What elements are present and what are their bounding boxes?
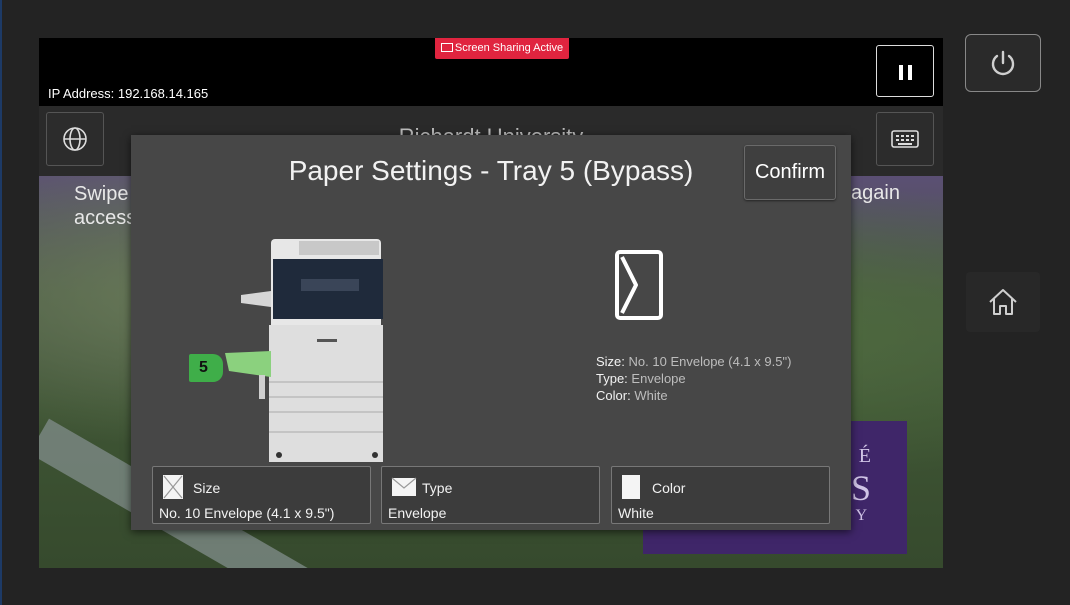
swipe-line-2: access [74,207,137,229]
sign-line-2: S [850,468,871,508]
dialog-title: Paper Settings - Tray 5 (Bypass) [288,155,694,186]
pause-icon [899,65,903,80]
left-edge-strip [0,0,2,605]
keyboard-button[interactable] [876,112,934,166]
paper-color-icon [622,475,640,499]
color-tile-label: Color [652,480,686,496]
envelope-size-icon [163,475,183,499]
paper-settings-dialog: Paper Settings - Tray 5 (Bypass) Confirm… [131,135,851,530]
keyboard-icon [891,130,919,148]
info-size: Size: No. 10 Envelope (4.1 x 9.5") [596,353,791,370]
again-text: again [851,182,900,204]
paper-info: Size: No. 10 Envelope (4.1 x 9.5") Type:… [596,353,791,404]
sign-line-3: Y [855,507,871,524]
pause-button[interactable] [876,45,934,97]
info-type: Type: Envelope [596,370,791,387]
info-color-value: White [634,388,668,403]
home-button[interactable] [966,272,1040,332]
sign-line-1: É [858,445,871,467]
confirm-button[interactable]: Confirm [744,145,836,200]
tray-number: 5 [199,359,208,376]
type-tile-label: Type [422,480,453,496]
info-color-label: Color: [596,388,631,403]
power-icon [991,50,1015,76]
info-size-label: Size: [596,354,625,369]
envelope-icon [391,477,417,496]
screen-icon [440,42,453,52]
swipe-line-1: Swipe [74,183,129,205]
envelope-orientation-icon [615,250,663,320]
info-type-label: Type: [596,371,628,386]
info-type-value: Envelope [631,371,686,386]
power-button[interactable] [965,34,1041,92]
info-size-value: No. 10 Envelope (4.1 x 9.5") [628,354,792,369]
pause-icon-bar [908,65,912,80]
size-tile-label: Size [193,480,221,496]
swipe-prompt: Swipe access [74,182,136,230]
color-tile-value: White [618,505,654,521]
size-tile[interactable]: Size No. 10 Envelope (4.1 x 9.5") [152,466,371,524]
info-color: Color: White [596,387,791,404]
tray-number-badge: 5 [189,354,223,382]
home-icon [989,289,1017,315]
top-bar: Screen Sharing Active IP Address: 192.16… [39,38,943,106]
screen-sharing-badge: Screen Sharing Active [435,38,569,59]
printer-illustration [225,239,383,462]
type-tile[interactable]: Type Envelope [381,466,600,524]
screen-sharing-label: Screen Sharing Active [454,42,564,54]
type-tile-value: Envelope [388,505,447,521]
size-tile-value: No. 10 Envelope (4.1 x 9.5") [159,505,335,521]
color-tile[interactable]: Color White [611,466,830,524]
ip-address: IP Address: 192.168.14.165 [48,86,209,101]
